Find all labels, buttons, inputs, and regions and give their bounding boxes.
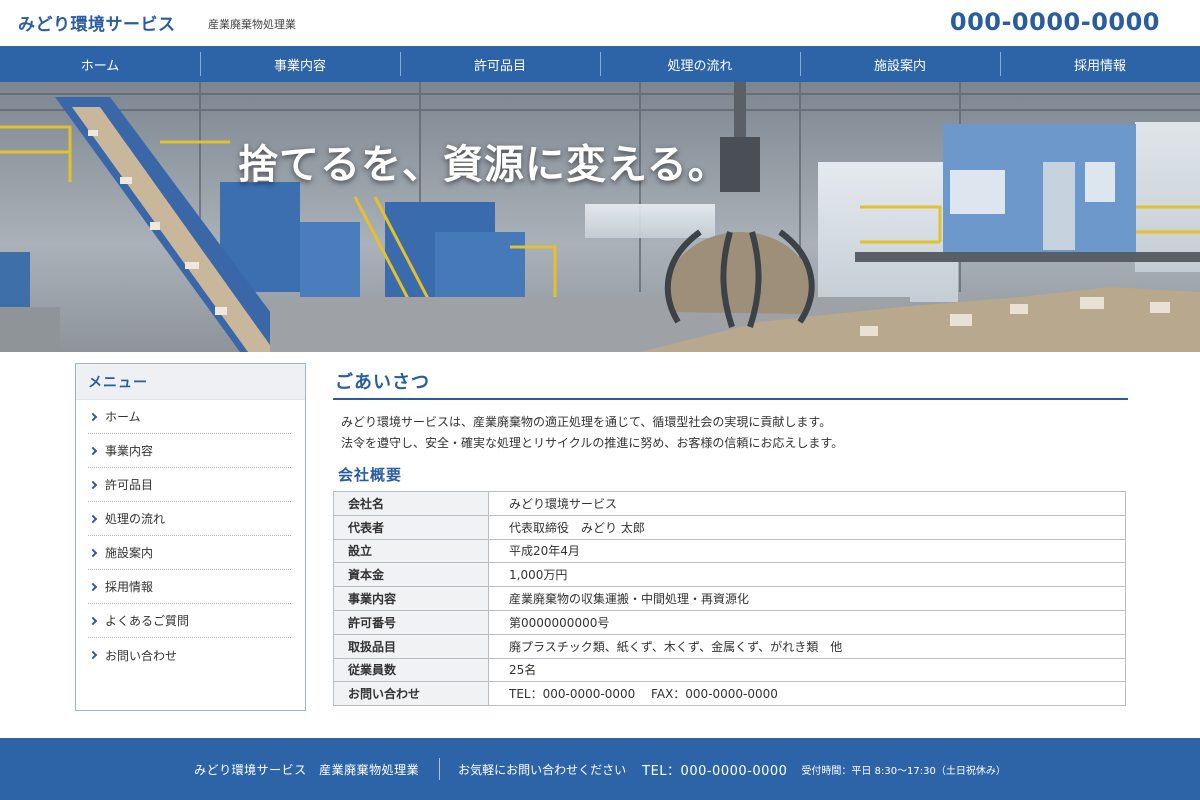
hero-illustration bbox=[0, 82, 1200, 352]
sidebar-item-services[interactable]: 事業内容 bbox=[88, 434, 291, 468]
sidebar-item-process-flow[interactable]: 処理の流れ bbox=[88, 502, 291, 536]
sidebar-item-recruit[interactable]: 採用情報 bbox=[88, 570, 291, 604]
header-phone-number[interactable]: 000-0000-0000 bbox=[950, 8, 1160, 36]
main-content: ごあいさつ みどり環境サービスは、産業廃棄物の適正処理を通じて、循環型社会の実現… bbox=[333, 362, 1128, 707]
hero-catchcopy: 捨てるを、資源に変える。 bbox=[238, 142, 729, 188]
chevron-right-icon bbox=[88, 446, 98, 455]
sidebar-item-label: 採用情報 bbox=[105, 580, 154, 594]
row-value: 第0000000000号 bbox=[488, 609, 1126, 635]
sidebar-item-label: 許可品目 bbox=[105, 478, 154, 492]
row-label: 取扱品目 bbox=[333, 633, 489, 659]
sidebar-item-contact[interactable]: お問い合わせ bbox=[88, 638, 291, 672]
row-label: 事業内容 bbox=[333, 586, 489, 611]
sidebar-title: メニュー bbox=[76, 364, 305, 400]
sidebar-item-home[interactable]: ホーム bbox=[88, 400, 291, 434]
row-value: 代表取締役 みどり 太郎 bbox=[488, 514, 1126, 540]
nav-item-process-flow[interactable]: 処理の流れ bbox=[600, 46, 800, 82]
chevron-right-icon bbox=[88, 616, 98, 625]
sidebar-menu: メニュー ホーム 事業内容 許可品目 処理の流れ 施設案内 採用情報 よくあるご… bbox=[75, 363, 306, 711]
site-subtitle: 産業廃棄物処理業 bbox=[208, 18, 296, 31]
footer-call-text: お気軽にお問い合わせください bbox=[458, 762, 627, 777]
sidebar-item-label: 施設案内 bbox=[105, 546, 154, 560]
nav-item-label: ホーム bbox=[80, 58, 120, 74]
site-logo[interactable]: みどり環境サービス bbox=[18, 10, 176, 35]
nav-item-label: 許可品目 bbox=[473, 58, 526, 74]
footer-company: みどり環境サービス 産業廃棄物処理業 bbox=[194, 762, 420, 777]
chevron-right-icon bbox=[88, 548, 98, 557]
company-overview-heading: 会社概要 bbox=[338, 466, 403, 484]
row-value: 平成20年4月 bbox=[488, 538, 1126, 564]
global-nav: ホーム 事業内容 許可品目 処理の流れ 施設案内 採用情報 bbox=[0, 46, 1200, 82]
row-label: お問い合わせ bbox=[333, 681, 489, 707]
sidebar-item-label: 事業内容 bbox=[105, 444, 154, 458]
row-label: 従業員数 bbox=[333, 657, 489, 683]
sidebar-item-permits[interactable]: 許可品目 bbox=[88, 468, 291, 502]
sidebar-item-label: よくあるご質問 bbox=[105, 614, 190, 628]
sidebar-item-label: 処理の流れ bbox=[105, 512, 166, 526]
chevron-right-icon bbox=[88, 480, 98, 489]
nav-item-label: 採用情報 bbox=[1073, 58, 1126, 74]
sidebar-item-faq[interactable]: よくあるご質問 bbox=[88, 604, 291, 638]
row-label: 資本金 bbox=[333, 562, 489, 588]
table-row: お問い合わせ TEL：000-0000-0000 FAX：000-0000-000… bbox=[333, 681, 1126, 707]
table-row: 代表者 代表取締役 みどり 太郎 bbox=[333, 514, 1126, 540]
row-label: 設立 bbox=[333, 538, 489, 564]
table-row: 取扱品目 廃プラスチック類、紙くず、木くず、金属くず、がれき類 他 bbox=[333, 633, 1126, 659]
greeting-line: みどり環境サービスは、産業廃棄物の適正処理を通じて、循環型社会の実現に貢献します… bbox=[341, 415, 832, 429]
table-row: 事業内容 産業廃棄物の収集運搬・中間処理・再資源化 bbox=[333, 586, 1126, 611]
sidebar-item-label: ホーム bbox=[105, 410, 141, 424]
nav-item-permits[interactable]: 許可品目 bbox=[400, 46, 600, 82]
table-row: 資本金 1,000万円 bbox=[333, 562, 1126, 588]
table-row: 許可番号 第0000000000号 bbox=[333, 609, 1126, 635]
footer-phone-number[interactable]: TEL：000-0000-0000 bbox=[626, 760, 787, 779]
hero-banner: 捨てるを、資源に変える。 bbox=[0, 82, 1200, 352]
nav-item-label: 処理の流れ bbox=[667, 58, 733, 74]
row-value: 廃プラスチック類、紙くず、木くず、金属くず、がれき類 他 bbox=[488, 633, 1126, 659]
nav-item-label: 事業内容 bbox=[273, 58, 326, 74]
nav-item-facilities[interactable]: 施設案内 bbox=[800, 46, 1000, 82]
table-row: 従業員数 25名 bbox=[333, 657, 1126, 683]
site-footer: みどり環境サービス 産業廃棄物処理業 お気軽にお問い合わせください TEL：00… bbox=[0, 738, 1200, 800]
table-row: 設立 平成20年4月 bbox=[333, 538, 1126, 564]
row-value: 産業廃棄物の収集運搬・中間処理・再資源化 bbox=[488, 586, 1126, 611]
greeting-line: 法令を遵守し、安全・確実な処理とリサイクルの推進に努め、お客様の信頼にお応えしま… bbox=[341, 436, 844, 450]
greeting-text: みどり環境サービスは、産業廃棄物の適正処理を通じて、循環型社会の実現に貢献します… bbox=[333, 412, 1128, 454]
sidebar-item-facilities[interactable]: 施設案内 bbox=[88, 536, 291, 570]
row-label: 許可番号 bbox=[333, 609, 489, 635]
row-value: 1,000万円 bbox=[488, 562, 1126, 588]
row-value: TEL：000-0000-0000 FAX：000-0000-0000 bbox=[488, 681, 1126, 707]
row-label: 会社名 bbox=[333, 491, 489, 516]
chevron-right-icon bbox=[88, 650, 98, 660]
greeting-heading: ごあいさつ bbox=[333, 362, 1128, 400]
nav-item-label: 施設案内 bbox=[873, 58, 926, 74]
company-overview-table: 会社名 みどり環境サービス 代表者 代表取締役 みどり 太郎 設立 平成20年4月 資… bbox=[333, 491, 1126, 707]
footer-hours: 受付時間：平日 8:30〜17:30（土日祝休み） bbox=[801, 765, 1006, 777]
nav-item-services[interactable]: 事業内容 bbox=[200, 46, 400, 82]
row-value: みどり環境サービス bbox=[488, 491, 1126, 516]
chevron-right-icon bbox=[88, 582, 98, 591]
row-value: 25名 bbox=[488, 657, 1126, 683]
chevron-right-icon bbox=[88, 412, 98, 421]
table-row: 会社名 みどり環境サービス bbox=[333, 491, 1126, 516]
nav-item-home[interactable]: ホーム bbox=[0, 46, 200, 82]
nav-item-recruit[interactable]: 採用情報 bbox=[1000, 46, 1200, 82]
sidebar-item-label: お問い合わせ bbox=[105, 648, 178, 663]
chevron-right-icon bbox=[88, 514, 98, 523]
site-header: みどり環境サービス 産業廃棄物処理業 000-0000-0000 bbox=[0, 0, 1200, 46]
row-label: 代表者 bbox=[333, 514, 489, 540]
